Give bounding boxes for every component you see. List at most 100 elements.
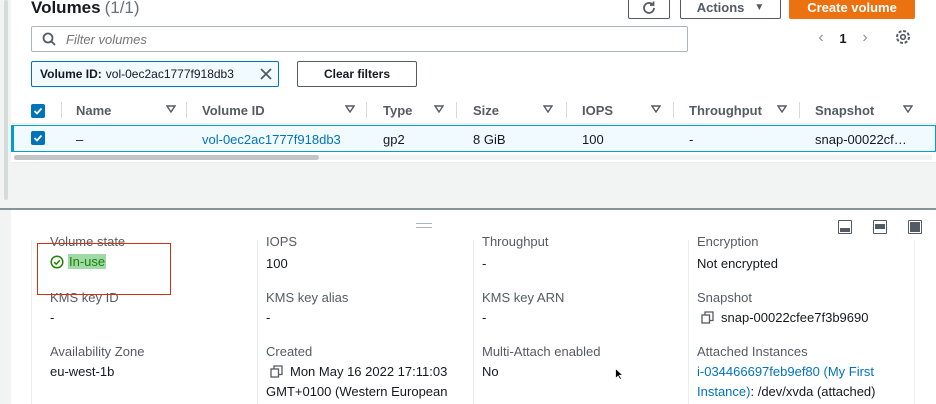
column-header-size[interactable]: Size bbox=[473, 97, 553, 124]
snapshot-id: snap-00022cfee7f3b9690 bbox=[721, 310, 869, 325]
encryption-label: Encryption bbox=[697, 234, 759, 249]
column-header-label: Type bbox=[383, 103, 413, 118]
column-header-label: Name bbox=[76, 103, 112, 118]
sort-icon[interactable] bbox=[543, 105, 553, 113]
mouse-cursor-icon bbox=[615, 368, 623, 380]
sort-icon[interactable] bbox=[903, 105, 913, 113]
throughput-label: Throughput bbox=[482, 234, 549, 249]
split-full-icon[interactable] bbox=[908, 220, 922, 234]
split-side-icon[interactable] bbox=[873, 220, 887, 234]
page-left-strip bbox=[0, 0, 11, 404]
checkmark-icon bbox=[33, 107, 43, 115]
column-header-type[interactable]: Type bbox=[383, 97, 444, 124]
pagination: ‹ 1 › bbox=[811, 27, 875, 49]
checkmark-icon bbox=[33, 134, 43, 142]
details-panel: Volume state In-use KMS key ID - Availab… bbox=[11, 210, 936, 404]
cell-snapshot: snap-00022cf… bbox=[815, 132, 907, 147]
filter-search[interactable] bbox=[31, 26, 688, 52]
cell-iops: 100 bbox=[582, 132, 604, 147]
sort-icon[interactable] bbox=[166, 105, 176, 113]
created-label: Created bbox=[266, 344, 313, 359]
created-line2: GMT+0100 (Western European bbox=[266, 384, 448, 399]
attached-instance-link-cont[interactable]: Instance) bbox=[697, 384, 750, 399]
kms-key-arn-label: KMS key ARN bbox=[482, 290, 565, 305]
snapshot-label: Snapshot bbox=[697, 290, 752, 305]
encryption-value: Not encrypted bbox=[697, 256, 778, 271]
kms-key-alias-label: KMS key alias bbox=[266, 290, 349, 305]
column-divider bbox=[257, 240, 258, 404]
snapshot-value: snap-00022cfee7f3b9690 bbox=[701, 310, 868, 325]
column-header-label: Size bbox=[473, 103, 500, 118]
cell-type: gp2 bbox=[383, 132, 405, 147]
column-header-label: IOPS bbox=[582, 103, 614, 118]
attached-instance-link[interactable]: i-034466697feb9ef80 (My First bbox=[697, 364, 874, 379]
table-horizontal-scrollbar[interactable] bbox=[14, 155, 319, 160]
volume-count: (1/1) bbox=[104, 0, 140, 17]
previous-page-icon[interactable]: ‹ bbox=[811, 29, 831, 47]
column-separator bbox=[456, 102, 457, 118]
column-header-label: Snapshot bbox=[815, 103, 875, 118]
refresh-button[interactable] bbox=[628, 0, 670, 19]
column-separator bbox=[673, 102, 674, 118]
page-scrollbar[interactable] bbox=[4, 0, 8, 200]
search-icon bbox=[42, 32, 56, 46]
multi-attach-label: Multi-Attach enabled bbox=[482, 344, 601, 359]
availability-zone-label: Availability Zone bbox=[50, 344, 145, 359]
created-value: Mon May 16 2022 17:11:03 bbox=[270, 364, 447, 379]
attached-instances-label: Attached Instances bbox=[697, 344, 808, 359]
sort-icon[interactable] bbox=[777, 105, 787, 113]
availability-zone-value: eu-west-1b bbox=[50, 364, 115, 379]
copy-icon[interactable] bbox=[270, 365, 283, 378]
column-separator bbox=[186, 102, 187, 118]
close-icon[interactable] bbox=[259, 67, 273, 81]
column-header-label: Throughput bbox=[689, 103, 762, 118]
kms-key-id-value: - bbox=[50, 310, 55, 325]
search-input[interactable] bbox=[66, 31, 666, 47]
iops-value: 100 bbox=[266, 256, 288, 271]
column-separator bbox=[566, 102, 567, 118]
annotation-highlight-box bbox=[37, 243, 171, 295]
column-separator bbox=[61, 102, 62, 118]
sort-icon[interactable] bbox=[434, 105, 444, 113]
drag-handle-icon[interactable] bbox=[416, 223, 432, 228]
actions-button[interactable]: Actions ▼ bbox=[680, 0, 781, 19]
sort-icon[interactable] bbox=[345, 105, 355, 113]
column-header-volume-id[interactable]: Volume ID bbox=[202, 97, 355, 124]
column-divider bbox=[688, 240, 689, 404]
cell-volume-id-link[interactable]: vol-0ec2ac1777f918db3 bbox=[202, 126, 341, 153]
filter-token: Volume ID: vol-0ec2ac1777f918db3 bbox=[31, 61, 279, 87]
actions-label: Actions bbox=[696, 0, 745, 15]
refresh-icon bbox=[643, 1, 655, 14]
cell-throughput: - bbox=[689, 132, 694, 147]
sort-icon[interactable] bbox=[651, 105, 661, 113]
copy-icon[interactable] bbox=[701, 311, 714, 324]
column-header-label: Volume ID bbox=[202, 103, 265, 118]
page-number[interactable]: 1 bbox=[831, 31, 855, 46]
column-header-iops[interactable]: IOPS bbox=[582, 97, 661, 124]
table-header: Name Volume ID Type Size IOPS Throughput… bbox=[11, 97, 936, 124]
column-separator bbox=[799, 102, 800, 118]
column-header-name[interactable]: Name bbox=[76, 97, 176, 124]
column-header-snapshot[interactable]: Snapshot bbox=[815, 97, 913, 124]
table-row[interactable]: – vol-0ec2ac1777f918db3 gp2 8 GiB 100 - … bbox=[11, 125, 936, 152]
split-bottom-icon[interactable] bbox=[838, 220, 852, 234]
kms-key-alias-value: - bbox=[266, 310, 271, 325]
throughput-value: - bbox=[482, 256, 487, 271]
multi-attach-value: No bbox=[482, 364, 499, 379]
next-page-icon[interactable]: › bbox=[855, 29, 875, 47]
cell-size: 8 GiB bbox=[473, 132, 506, 147]
created-line1: Mon May 16 2022 17:11:03 bbox=[290, 364, 448, 379]
gear-icon[interactable] bbox=[894, 28, 912, 46]
select-all-checkbox[interactable] bbox=[31, 104, 45, 118]
split-panel-gap bbox=[11, 162, 936, 208]
create-volume-button[interactable]: Create volume bbox=[789, 0, 915, 19]
caret-down-icon: ▼ bbox=[754, 2, 765, 13]
attached-device: : /dev/xvda (attached) bbox=[750, 384, 876, 399]
kms-key-arn-value: - bbox=[482, 310, 487, 325]
page-title: Volumes (1/1) bbox=[31, 0, 140, 19]
column-header-throughput[interactable]: Throughput bbox=[689, 97, 787, 124]
attached-instance-line2: Instance): /dev/xvda (attached) bbox=[697, 384, 876, 399]
clear-filters-button[interactable]: Clear filters bbox=[297, 61, 417, 87]
page-title-text: Volumes bbox=[31, 0, 101, 17]
row-checkbox[interactable] bbox=[31, 131, 45, 145]
